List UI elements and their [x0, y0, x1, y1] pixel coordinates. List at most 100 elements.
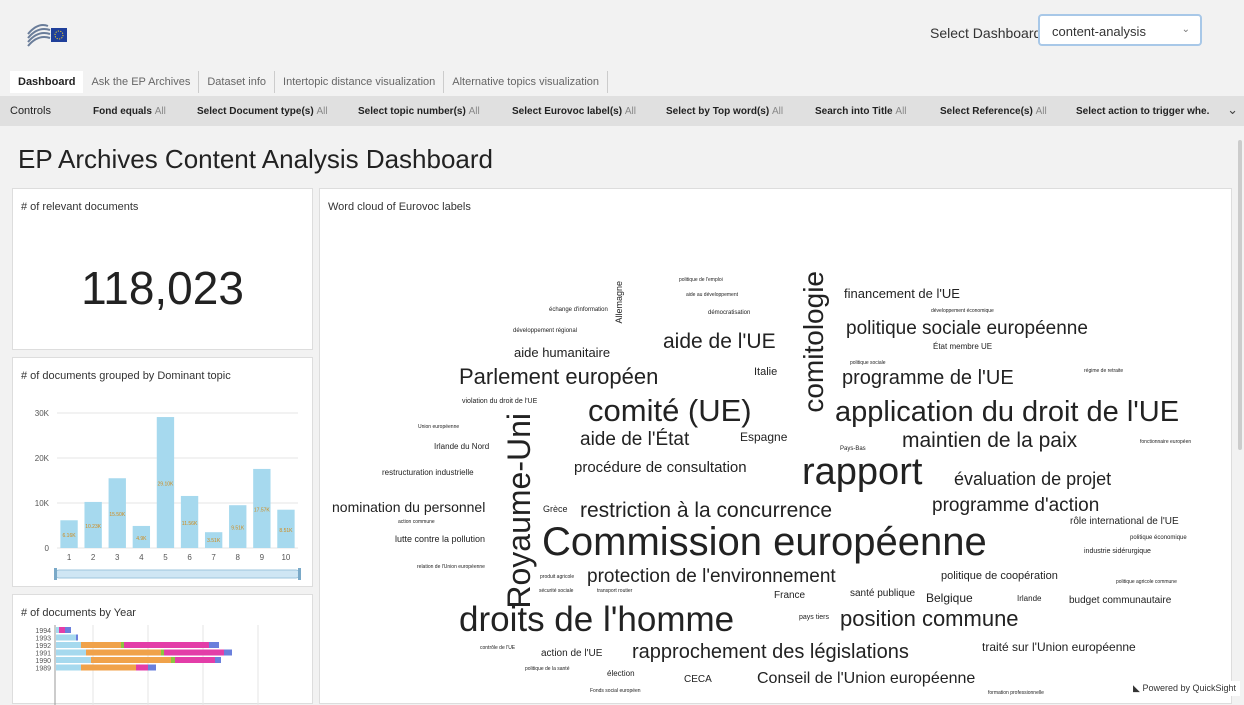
wordcloud-word[interactable]: CECA — [684, 675, 712, 685]
wordcloud-word[interactable]: développement économique — [931, 309, 994, 314]
wordcloud-word[interactable]: fonctionnaire européen — [1140, 440, 1191, 445]
wordcloud-word[interactable]: Union européenne — [418, 425, 459, 430]
wordcloud-word[interactable]: politique de coopération — [941, 571, 1058, 582]
stacked-bar-segment[interactable] — [209, 642, 219, 648]
wordcloud-word[interactable]: politique sociale — [850, 361, 886, 366]
topic-bar-chart[interactable]: 0 10K 20K 30K 6.16K 1 10.23K 2 15.50K 3 4.9K 4 29.10… — [13, 386, 313, 586]
tab-ask-archives[interactable]: Ask the EP Archives — [83, 71, 200, 93]
wordcloud-word[interactable]: application du droit de l'UE — [835, 398, 1179, 427]
stacked-bar-segment[interactable] — [56, 657, 91, 663]
tab-dataset-info[interactable]: Dataset info — [199, 71, 276, 93]
wordcloud-word[interactable]: restriction à la concurrence — [580, 500, 832, 521]
stacked-bar-segment[interactable] — [171, 657, 175, 663]
control-reference[interactable]: Select Reference(s) All — [940, 106, 1047, 117]
wordcloud-word[interactable]: rapport — [802, 453, 922, 491]
control-action-trigger[interactable]: Select action to trigger whe. — [1076, 106, 1209, 117]
tab-alternative-topics[interactable]: Alternative topics visualization — [444, 71, 609, 93]
wordcloud-word[interactable]: aide de l'État — [580, 430, 689, 449]
stacked-bar-segment[interactable] — [56, 664, 81, 671]
stacked-bar-segment[interactable] — [148, 664, 156, 671]
year-bar-chart[interactable]: 199419931992199119901989 — [13, 625, 313, 705]
stacked-bar-segment[interactable] — [65, 627, 71, 633]
control-top-word[interactable]: Select by Top word(s) All — [666, 106, 783, 117]
wordcloud-word[interactable]: budget communautaire — [1069, 596, 1171, 606]
wordcloud-word[interactable]: contrôle de l'UE — [480, 646, 515, 651]
tab-dashboard[interactable]: Dashboard — [10, 71, 84, 93]
chevron-down-icon[interactable]: ⌄ — [1227, 102, 1238, 118]
wordcloud-word[interactable]: nomination du personnel — [332, 500, 485, 514]
wordcloud-word[interactable]: produit agricole — [540, 575, 574, 580]
stacked-bar-segment[interactable] — [121, 642, 124, 648]
wordcloud-word[interactable]: politique de la santé — [525, 667, 569, 672]
wordcloud-word[interactable]: formation professionnelle — [988, 691, 1044, 696]
stacked-bar-segment[interactable] — [56, 634, 76, 641]
wordcloud-word[interactable]: maintien de la paix — [902, 430, 1077, 451]
wordcloud-word[interactable]: santé publique — [850, 589, 915, 599]
wordcloud-word[interactable]: Royaume-Uni — [501, 413, 537, 609]
wordcloud-word[interactable]: Allemagne — [614, 281, 624, 324]
stacked-bar-segment[interactable] — [224, 649, 232, 656]
control-eurovoc-label[interactable]: Select Eurovoc label(s) All — [512, 106, 636, 117]
wordcloud-word[interactable]: politique sociale européenne — [846, 319, 1088, 338]
wordcloud-word[interactable]: politique de l'emploi — [679, 278, 723, 283]
wordcloud-word[interactable]: violation du droit de l'UE — [462, 398, 537, 405]
wordcloud-word[interactable]: régime de retraite — [1084, 369, 1123, 374]
wordcloud-word[interactable]: Parlement européen — [459, 366, 658, 388]
range-handle-right[interactable] — [298, 568, 301, 580]
wordcloud-word[interactable]: Irlande du Nord — [434, 443, 489, 451]
stacked-bar-segment[interactable] — [136, 664, 148, 671]
wordcloud-word[interactable]: aide de l'UE — [663, 331, 776, 352]
dashboard-select[interactable]: content-analysis ⌄ — [1038, 14, 1202, 46]
stacked-bar-segment[interactable] — [86, 649, 161, 656]
wordcloud-word[interactable]: pays tiers — [799, 614, 829, 621]
stacked-bar-segment[interactable] — [56, 649, 86, 656]
wordcloud-word[interactable]: comitologie — [798, 271, 829, 413]
wordcloud-word[interactable]: industrie sidérurgique — [1084, 548, 1151, 555]
wordcloud-word[interactable]: sécurité sociale — [539, 589, 573, 594]
wordcloud-word[interactable]: Conseil de l'Union européenne — [757, 671, 975, 687]
stacked-bar-segment[interactable] — [56, 627, 59, 633]
wordcloud-word[interactable]: État membre UE — [933, 343, 992, 351]
stacked-bar-segment[interactable] — [59, 627, 65, 633]
wordcloud-word[interactable]: relation de l'Union européenne — [417, 565, 485, 570]
stacked-bar-segment[interactable] — [161, 649, 164, 656]
wordcloud-word[interactable]: financement de l'UE — [844, 287, 960, 300]
wordcloud-word[interactable]: restructuration industrielle — [382, 469, 474, 477]
wordcloud-word[interactable]: Belgique — [926, 592, 973, 604]
wordcloud-word[interactable]: Fonds social européen — [590, 689, 641, 694]
wordcloud-word[interactable]: France — [774, 591, 805, 601]
wordcloud-word[interactable]: transport routier — [597, 589, 632, 594]
control-fond[interactable]: Fond equals All — [93, 106, 166, 117]
wordcloud-word[interactable]: procédure de consultation — [574, 460, 747, 475]
wordcloud-word[interactable]: action de l'UE — [541, 649, 602, 659]
wordcloud-word[interactable]: protection de l'environnement — [587, 567, 836, 586]
wordcloud-word[interactable]: action commune — [398, 520, 435, 525]
stacked-bar-segment[interactable] — [81, 642, 121, 648]
page-scrollbar[interactable] — [1238, 140, 1242, 450]
control-topic-number[interactable]: Select topic number(s) All — [358, 106, 480, 117]
wordcloud-word[interactable]: aide au développement — [686, 293, 738, 298]
wordcloud[interactable]: politique de l'emploi aide au développeme… — [320, 189, 1233, 705]
wordcloud-word[interactable]: lutte contre la pollution — [395, 535, 485, 544]
wordcloud-word[interactable]: aide humanitaire — [514, 346, 610, 359]
stacked-bar-segment[interactable] — [175, 657, 215, 663]
stacked-bar-segment[interactable] — [76, 634, 78, 641]
stacked-bar-segment[interactable] — [81, 664, 136, 671]
wordcloud-word[interactable]: évaluation de projet — [954, 470, 1111, 488]
stacked-bar-segment[interactable] — [91, 657, 171, 663]
stacked-bar-segment[interactable] — [164, 649, 224, 656]
wordcloud-word[interactable]: position commune — [840, 608, 1019, 630]
stacked-bar-segment[interactable] — [124, 642, 209, 648]
control-search-title[interactable]: Search into Title All — [815, 106, 907, 117]
wordcloud-word[interactable]: Grèce — [543, 505, 568, 514]
wordcloud-word[interactable]: traité sur l'Union européenne — [982, 641, 1136, 653]
wordcloud-word[interactable]: Italie — [754, 367, 777, 378]
wordcloud-word[interactable]: rapprochement des législations — [632, 642, 909, 662]
tab-intertopic[interactable]: Intertopic distance visualization — [275, 71, 445, 93]
wordcloud-word[interactable]: Espagne — [740, 431, 787, 443]
wordcloud-word[interactable]: politique économique — [1130, 535, 1187, 541]
range-handle-left[interactable] — [54, 568, 57, 580]
control-document-type[interactable]: Select Document type(s) All — [197, 106, 328, 117]
wordcloud-word[interactable]: Commission européenne — [542, 522, 987, 562]
range-slider[interactable] — [54, 569, 301, 579]
